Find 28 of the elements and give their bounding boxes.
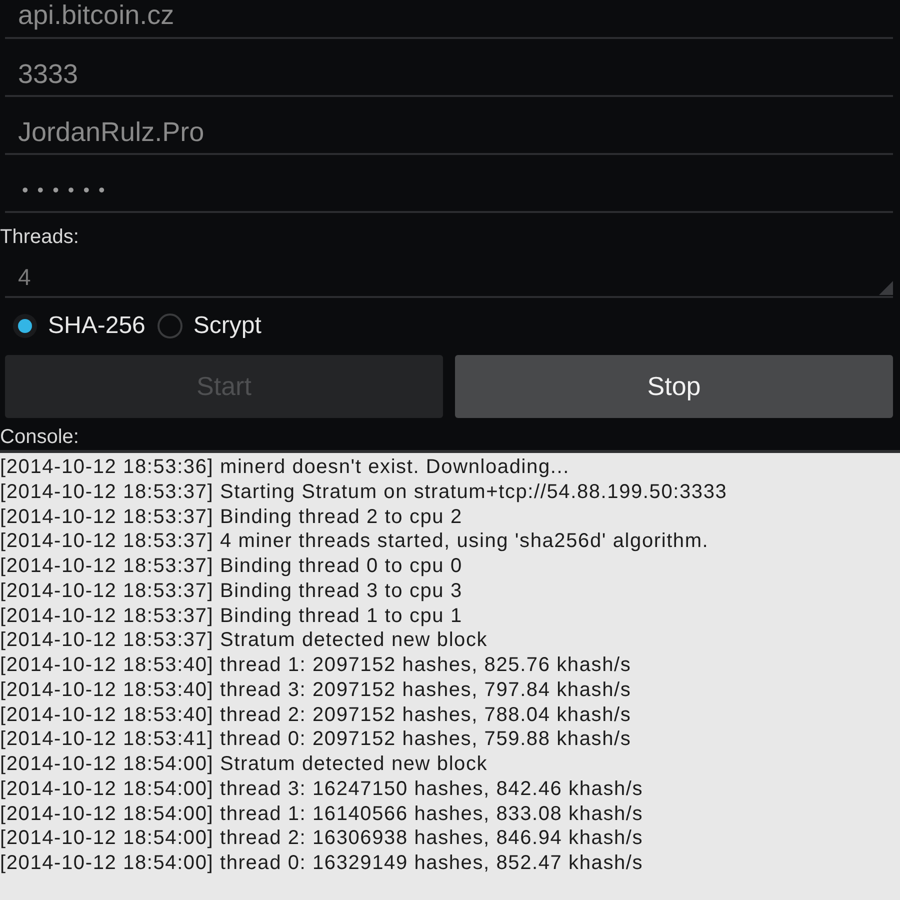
triangle-icon [879, 281, 893, 295]
radio-option[interactable]: SHA-256 [12, 312, 146, 340]
console-line: [2014-10-12 18:53:40] thread 1: 2097152 hashes, 825.76 khash/s [0, 653, 632, 678]
console-line: [2014-10-12 18:53:37] Binding thread 0 to cpu 0 [0, 554, 464, 579]
console-line: [2014-10-12 18:53:37] 4 miner threads started, using 'sha256d' algorithm. [0, 529, 710, 554]
stop-button[interactable]: Stop [455, 355, 893, 418]
password-field[interactable]: •••••• [5, 155, 893, 213]
threads-label: Threads: [0, 225, 80, 250]
console-line: [2014-10-12 18:54:00] thread 1: 16140566 hashes, 833.08 khash/s [0, 802, 644, 826]
console-line: [2014-10-12 18:54:00] thread 2: 16306938 hashes, 846.94 khash/s [0, 826, 644, 851]
input-field[interactable]: api.bitcoin.cz [5, 0, 893, 39]
console-line: [2014-10-12 18:53:37] Binding thread 3 to cpu 3 [0, 578, 464, 604]
console-line: [2014-10-12 18:53:40] thread 2: 2097152 hashes, 788.04 khash/s [0, 702, 632, 728]
radio-option[interactable]: Scrypt [157, 312, 262, 340]
console-line: [2014-10-12 18:53:36] minerd doesn't exist. Downloading... [0, 455, 570, 480]
console-line: [2014-10-12 18:53:40] thread 3: 2097152 hashes, 797.84 khash/s [0, 678, 632, 702]
console-line: [2014-10-12 18:53:37] Stratum detected new block [0, 628, 489, 653]
input-field[interactable]: JordanRulz.Pro [5, 97, 893, 155]
input-field[interactable]: 3333 [5, 39, 893, 97]
console-line: [2014-10-12 18:53:41] thread 0: 2097152 hashes, 759.88 khash/s [0, 727, 632, 752]
console-label: Console: [0, 426, 80, 448]
console-line: [2014-10-12 18:54:00] thread 3: 16247150 hashes, 842.46 khash/s [0, 776, 644, 802]
console-line: [2014-10-12 18:54:00] Stratum detected new block [0, 752, 489, 777]
console-line: [2014-10-12 18:53:37] Binding thread 1 to cpu 1 [0, 604, 464, 628]
console-line: [2014-10-12 18:54:00] thread 0: 16329149 hashes, 852.47 khash/s [0, 851, 644, 876]
console-line: [2014-10-12 18:53:37] Binding thread 2 to cpu 2 [0, 504, 464, 530]
threads-dropdown[interactable]: 4 [5, 250, 893, 298]
console-line: [2014-10-12 18:53:37] Starting Stratum on stratum+tcp://54.88.199.50:3333 [0, 480, 728, 504]
